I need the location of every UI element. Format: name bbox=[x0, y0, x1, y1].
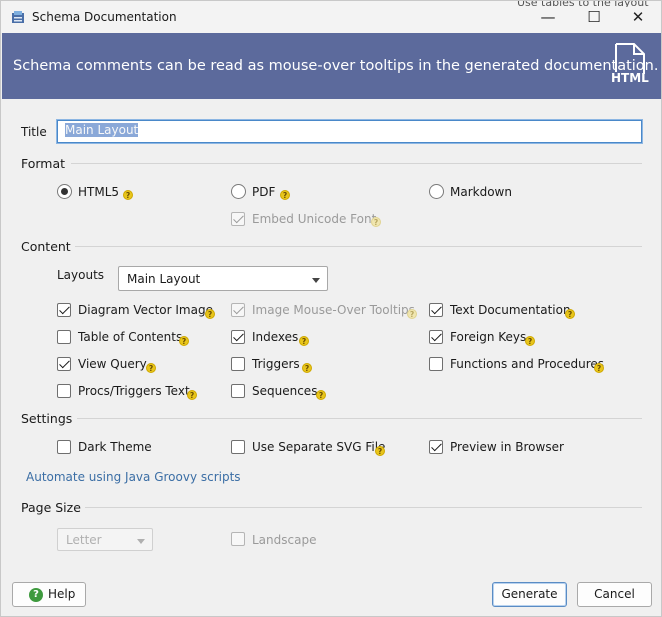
settings-divider bbox=[77, 418, 642, 419]
table-of-contents-checkbox[interactable] bbox=[57, 330, 71, 344]
app-icon bbox=[12, 11, 24, 23]
title-input-value: Main Layout bbox=[65, 123, 139, 137]
window-title: Schema Documentation bbox=[32, 10, 177, 24]
preview-in-browser-label[interactable]: Preview in Browser bbox=[450, 440, 564, 454]
help-icon[interactable]: ? bbox=[146, 363, 156, 373]
text-documentation-checkbox[interactable] bbox=[429, 303, 443, 317]
triggers-checkbox[interactable] bbox=[231, 357, 245, 371]
foreign-keys-checkbox[interactable] bbox=[429, 330, 443, 344]
help-icon[interactable]: ? bbox=[525, 336, 535, 346]
sequences-checkbox[interactable] bbox=[231, 384, 245, 398]
info-banner: Schema comments can be read as mouse-ove… bbox=[2, 33, 661, 99]
help-icon[interactable]: ? bbox=[407, 309, 417, 319]
landscape-label: Landscape bbox=[252, 533, 317, 547]
diagram-vector-image-checkbox[interactable] bbox=[57, 303, 71, 317]
html-icon-label: HTML bbox=[611, 71, 649, 85]
help-circle-icon: ? bbox=[29, 588, 43, 602]
help-icon[interactable]: ? bbox=[371, 217, 381, 227]
foreign-keys-label[interactable]: Foreign Keys bbox=[450, 330, 526, 344]
help-icon[interactable]: ? bbox=[299, 336, 309, 346]
diagram-vector-image-label[interactable]: Diagram Vector Image bbox=[78, 303, 213, 317]
procs-triggers-text-checkbox[interactable] bbox=[57, 384, 71, 398]
help-icon[interactable]: ? bbox=[375, 446, 385, 456]
generate-button[interactable]: Generate bbox=[492, 582, 567, 607]
maximize-icon: ☐ bbox=[587, 8, 601, 26]
help-icon[interactable]: ? bbox=[302, 363, 312, 373]
radio-html5-label[interactable]: HTML5 bbox=[78, 185, 119, 199]
help-icon[interactable]: ? bbox=[565, 309, 575, 319]
image-mouse-over-tooltips-checkbox[interactable] bbox=[231, 303, 245, 317]
banner-text: Schema comments can be read as mouse-ove… bbox=[13, 58, 659, 74]
title-label: Title bbox=[21, 125, 47, 139]
page-size-section-label: Page Size bbox=[21, 500, 81, 515]
generate-button-label: Generate bbox=[501, 587, 558, 601]
cancel-button-label: Cancel bbox=[594, 587, 635, 601]
help-icon[interactable]: ? bbox=[123, 190, 133, 200]
help-icon[interactable]: ? bbox=[316, 390, 326, 400]
title-input[interactable]: Main Layout bbox=[57, 120, 642, 143]
help-button[interactable]: ? Help bbox=[12, 582, 86, 607]
dialog-window: Schema Documentation Use tables to the l… bbox=[0, 0, 662, 617]
radio-html5[interactable] bbox=[57, 184, 72, 199]
close-button[interactable]: ✕ bbox=[615, 1, 661, 33]
use-separate-svg-file-checkbox[interactable] bbox=[231, 440, 245, 454]
cancel-button[interactable]: Cancel bbox=[577, 582, 652, 607]
procs-triggers-text-label[interactable]: Procs/Triggers Text bbox=[78, 384, 190, 398]
embed-unicode-font-label: Embed Unicode Font bbox=[252, 212, 377, 226]
radio-markdown-label[interactable]: Markdown bbox=[450, 185, 512, 199]
help-icon[interactable]: ? bbox=[187, 390, 197, 400]
view-query-label[interactable]: View Query bbox=[78, 357, 147, 371]
triggers-label[interactable]: Triggers bbox=[252, 357, 300, 371]
layouts-dropdown[interactable]: Main Layout bbox=[118, 266, 328, 291]
indexes-label[interactable]: Indexes bbox=[252, 330, 298, 344]
layouts-label: Layouts bbox=[57, 268, 105, 282]
minimize-icon: — bbox=[540, 8, 556, 26]
radio-pdf-label[interactable]: PDF bbox=[252, 185, 275, 199]
page-size-dropdown[interactable]: Letter bbox=[57, 528, 153, 551]
maximize-button[interactable]: ☐ bbox=[571, 1, 617, 33]
chevron-down-icon bbox=[137, 539, 145, 544]
page-size-dropdown-value: Letter bbox=[66, 533, 102, 547]
indexes-checkbox[interactable] bbox=[231, 330, 245, 344]
help-icon[interactable]: ? bbox=[205, 309, 215, 319]
automate-groovy-link[interactable]: Automate using Java Groovy scripts bbox=[26, 470, 241, 484]
content-divider bbox=[75, 246, 642, 247]
help-icon[interactable]: ? bbox=[179, 336, 189, 346]
landscape-checkbox[interactable] bbox=[231, 532, 245, 546]
page-size-divider bbox=[85, 507, 642, 508]
dark-theme-checkbox[interactable] bbox=[57, 440, 71, 454]
use-separate-svg-file-label[interactable]: Use Separate SVG File bbox=[252, 440, 385, 454]
view-query-checkbox[interactable] bbox=[57, 357, 71, 371]
radio-pdf[interactable] bbox=[231, 184, 246, 199]
functions-and-procedures-checkbox[interactable] bbox=[429, 357, 443, 371]
minimize-button[interactable]: — bbox=[525, 1, 571, 33]
help-icon[interactable]: ? bbox=[280, 190, 290, 200]
dark-theme-label[interactable]: Dark Theme bbox=[78, 440, 152, 454]
help-icon[interactable]: ? bbox=[594, 363, 604, 373]
settings-section-label: Settings bbox=[21, 411, 73, 426]
text-documentation-label[interactable]: Text Documentation bbox=[450, 303, 571, 317]
table-of-contents-label[interactable]: Table of Contents bbox=[78, 330, 182, 344]
functions-and-procedures-label[interactable]: Functions and Procedures bbox=[450, 357, 604, 371]
title-bar: Schema Documentation Use tables to the l… bbox=[1, 1, 661, 33]
content-section-label: Content bbox=[21, 239, 71, 254]
layouts-dropdown-value: Main Layout bbox=[127, 272, 201, 286]
sequences-label[interactable]: Sequences bbox=[252, 384, 317, 398]
format-divider bbox=[71, 163, 642, 164]
preview-in-browser-checkbox[interactable] bbox=[429, 440, 443, 454]
image-mouse-over-tooltips-label: Image Mouse-Over Tooltips bbox=[252, 303, 415, 317]
chevron-down-icon bbox=[312, 278, 320, 283]
html-file-icon: HTML bbox=[610, 42, 650, 90]
format-section-label: Format bbox=[21, 156, 66, 171]
close-icon: ✕ bbox=[631, 8, 645, 26]
embed-unicode-font-checkbox[interactable] bbox=[231, 212, 245, 226]
help-button-label: Help bbox=[48, 587, 76, 601]
radio-markdown[interactable] bbox=[429, 184, 444, 199]
